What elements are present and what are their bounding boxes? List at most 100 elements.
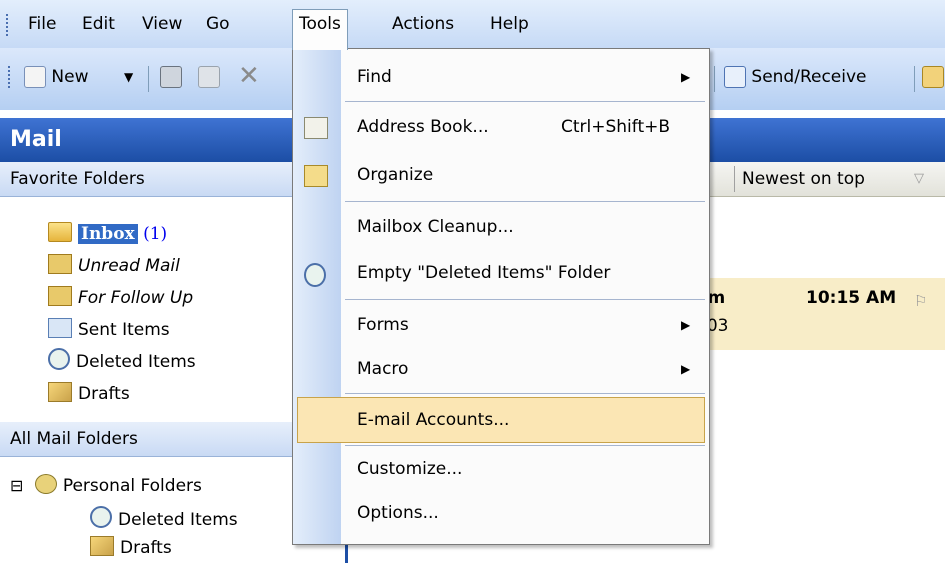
send-receive-label: Send/Receive [751, 67, 867, 87]
send-receive-button[interactable]: Send/Receive [724, 62, 867, 92]
organize-label: Organize [357, 165, 434, 185]
address-book-icon [304, 117, 328, 139]
folder-unread-mail[interactable]: Unread Mail [48, 252, 180, 280]
send-receive-icon [724, 66, 746, 88]
new-mail-icon [24, 66, 46, 88]
menubar-grip[interactable] [6, 14, 11, 36]
address-book-shortcut: Ctrl+Shift+B [561, 117, 671, 137]
customize-label: Customize... [357, 459, 463, 479]
menu-file[interactable]: File [22, 10, 62, 38]
inbox-folder-icon [48, 222, 72, 242]
unread-mail-label: Unread Mail [78, 256, 180, 276]
for-follow-up-label: For Follow Up [78, 288, 194, 308]
menu-actions[interactable]: Actions [386, 10, 460, 38]
sort-arrow-icon[interactable]: ▽ [914, 162, 924, 196]
menu-item-macro[interactable]: Macro ▶ [293, 347, 709, 391]
mailbox-cleanup-label: Mailbox Cleanup... [357, 217, 514, 237]
menu-bar: File Edit View Go Tools Actions Help [0, 0, 945, 50]
move-folder-icon [198, 66, 220, 88]
menu-separator [345, 299, 705, 300]
tree-drafts-label: Drafts [120, 538, 172, 558]
menu-separator [345, 101, 705, 102]
submenu-arrow-icon: ▶ [681, 318, 691, 332]
menu-item-find[interactable]: Find ▶ [293, 55, 709, 99]
macro-label: Macro [357, 359, 409, 379]
find-label: Find [357, 67, 392, 87]
menu-view[interactable]: View [136, 10, 188, 38]
menu-separator [345, 393, 705, 394]
menu-item-forms[interactable]: Forms ▶ [293, 303, 709, 347]
recycle-bin-icon [90, 506, 112, 528]
delete-x-icon: ✕ [238, 61, 260, 91]
submenu-arrow-icon: ▶ [681, 70, 691, 84]
menu-tools[interactable]: Tools [292, 9, 348, 50]
menu-tools-label: Tools [299, 14, 341, 34]
menu-item-mailbox-cleanup[interactable]: Mailbox Cleanup... [293, 205, 709, 249]
inbox-label: Inbox [78, 224, 138, 244]
menu-edit[interactable]: Edit [76, 10, 121, 38]
menu-help-label: Help [490, 14, 529, 34]
menu-item-options[interactable]: Options... [293, 491, 709, 535]
folder-inbox[interactable]: Inbox (1) [48, 220, 167, 248]
menu-separator [345, 201, 705, 202]
personal-folders-label: Personal Folders [62, 476, 202, 496]
arrange-separator [734, 166, 735, 192]
toolbar-separator [914, 66, 915, 92]
recycle-bin-icon [48, 348, 70, 370]
menu-view-label: View [142, 14, 183, 34]
menu-item-address-book[interactable]: Address Book... Ctrl+Shift+B [293, 105, 709, 149]
tree-deleted-items-label: Deleted Items [118, 510, 238, 530]
menu-item-empty-deleted[interactable]: Empty "Deleted Items" Folder [293, 251, 709, 295]
sent-items-label: Sent Items [78, 320, 170, 340]
menu-separator [345, 445, 705, 446]
folder-deleted-items[interactable]: Deleted Items [48, 348, 196, 376]
folder-personal-folders[interactable]: ⊟ Personal Folders [10, 472, 202, 500]
menu-help[interactable]: Help [484, 10, 535, 38]
toolbar-separator [714, 66, 715, 92]
message-time: 10:15 AM [806, 288, 897, 308]
folder-drafts[interactable]: Drafts [48, 380, 130, 408]
organize-icon [304, 165, 328, 187]
find-contact-button[interactable] [922, 62, 944, 92]
menu-go-label: Go [206, 14, 230, 34]
tree-deleted-items[interactable]: Deleted Items [90, 506, 238, 534]
tree-drafts[interactable]: Drafts [90, 534, 172, 562]
menu-actions-label: Actions [392, 14, 455, 34]
inbox-unread-count: (1) [143, 224, 168, 244]
menu-file-label: File [28, 14, 57, 34]
new-button[interactable]: New [24, 62, 89, 92]
flag-icon[interactable]: ⚐ [914, 292, 927, 310]
address-book-icon [922, 66, 944, 88]
drafts-icon [48, 382, 72, 402]
email-accounts-label: E-mail Accounts... [357, 410, 510, 430]
tree-collapse-icon[interactable]: ⊟ [10, 476, 23, 495]
move-to-folder-button[interactable] [198, 62, 220, 92]
new-dropdown-arrow[interactable]: ▼ [124, 62, 133, 92]
submenu-arrow-icon: ▶ [681, 362, 691, 376]
recycle-bin-icon [304, 263, 326, 287]
printer-icon [160, 66, 182, 88]
search-folder-icon [48, 254, 72, 274]
toolbar-grip[interactable] [8, 66, 14, 88]
drafts-label: Drafts [78, 384, 130, 404]
search-folder-icon [48, 286, 72, 306]
new-button-label: New [51, 67, 89, 87]
folder-for-follow-up[interactable]: For Follow Up [48, 284, 193, 312]
sent-items-icon [48, 318, 72, 338]
menu-go[interactable]: Go [200, 10, 236, 38]
menu-item-organize[interactable]: Organize [293, 153, 709, 197]
print-button[interactable] [160, 62, 182, 92]
menu-item-email-accounts[interactable]: E-mail Accounts... [297, 397, 705, 443]
empty-deleted-label: Empty "Deleted Items" Folder [357, 263, 611, 283]
sort-order-label[interactable]: Newest on top [742, 162, 865, 196]
options-label: Options... [357, 503, 439, 523]
drafts-icon [90, 536, 114, 556]
personal-folders-icon [34, 474, 57, 494]
menu-item-customize[interactable]: Customize... [293, 447, 709, 491]
deleted-items-label: Deleted Items [76, 352, 196, 372]
forms-label: Forms [357, 315, 409, 335]
toolbar-separator [148, 66, 149, 92]
delete-button[interactable]: ✕ [238, 62, 260, 92]
menu-edit-label: Edit [82, 14, 115, 34]
folder-sent-items[interactable]: Sent Items [48, 316, 170, 344]
